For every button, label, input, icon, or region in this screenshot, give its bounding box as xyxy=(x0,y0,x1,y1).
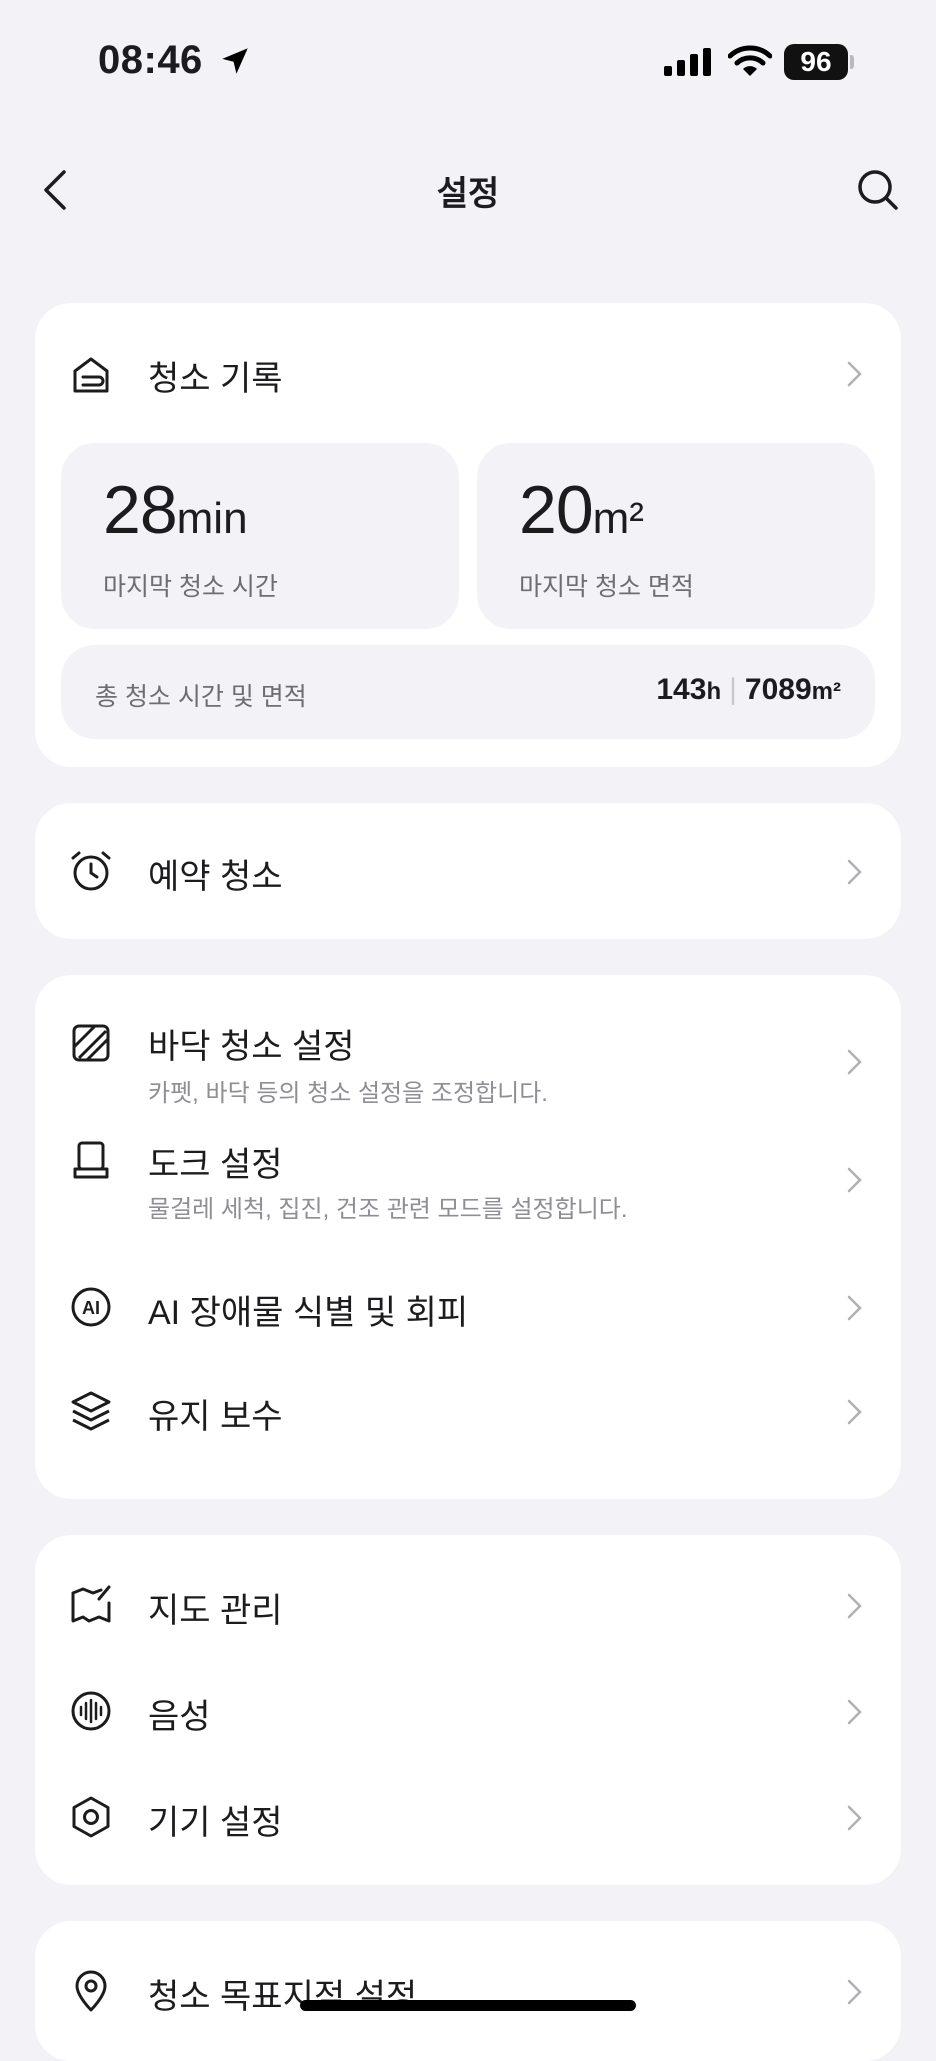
svg-text:AI: AI xyxy=(82,1298,100,1318)
dock-settings-label: 도크 설정 xyxy=(148,1146,283,1184)
chevron-right-icon xyxy=(843,1591,865,1621)
hexagon-gear-icon xyxy=(69,1795,113,1839)
status-bar: 08:46 96 xyxy=(0,0,936,120)
last-clean-time-box: 28min 마지막 청소 시간 xyxy=(61,443,459,629)
map-icon xyxy=(69,1583,113,1627)
status-time: 08:46 xyxy=(98,38,203,82)
total-clean-label: 총 청소 시간 및 면적 xyxy=(95,683,307,711)
cellular-signal-icon xyxy=(662,46,714,78)
voice-label: 음성 xyxy=(148,1698,211,1736)
search-icon xyxy=(858,170,898,210)
device-settings-row[interactable]: 기기 설정 xyxy=(35,1761,901,1867)
cleaning-settings-card: 바닥 청소 설정 카펫, 바닥 등의 청소 설정을 조정합니다. 도크 설정 물… xyxy=(35,975,901,1499)
dock-settings-row[interactable]: 도크 설정 물걸레 세척, 집진, 건조 관련 모드를 설정합니다. xyxy=(35,1125,901,1255)
layers-icon xyxy=(69,1389,113,1433)
cleaning-history-icon xyxy=(69,353,113,397)
map-management-row[interactable]: 지도 관리 xyxy=(35,1535,901,1655)
voice-row[interactable]: 음성 xyxy=(35,1655,901,1761)
voice-waveform-icon xyxy=(69,1689,113,1733)
battery-indicator: 96 xyxy=(784,44,848,80)
location-arrow-icon xyxy=(218,44,252,78)
page-title: 설정 xyxy=(436,175,500,213)
map-pin-icon xyxy=(69,1969,113,2013)
search-button[interactable] xyxy=(856,168,900,212)
chevron-right-icon xyxy=(843,1397,865,1427)
cleaning-history-card: 청소 기록 28min 마지막 청소 시간 20m² 마지막 청소 면적 총 청… xyxy=(35,303,901,767)
ai-obstacle-row[interactable]: AI AI 장애물 식별 및 회피 xyxy=(35,1255,901,1367)
chevron-right-icon xyxy=(843,1293,865,1323)
battery-cap xyxy=(850,55,854,69)
map-management-label: 지도 관리 xyxy=(148,1592,283,1630)
nav-header: 설정 xyxy=(0,150,936,230)
alarm-clock-icon xyxy=(69,849,113,893)
floor-settings-label: 바닥 청소 설정 xyxy=(148,1028,355,1066)
ai-icon: AI xyxy=(69,1285,113,1329)
cleaning-history-row[interactable]: 청소 기록 xyxy=(35,303,901,439)
dock-icon xyxy=(69,1139,113,1183)
last-clean-time-value: 28min xyxy=(103,472,248,548)
total-clean-values: 143h | 7089m² xyxy=(656,673,841,706)
chevron-right-icon xyxy=(843,359,865,389)
floor-settings-row[interactable]: 바닥 청소 설정 카펫, 바닥 등의 청소 설정을 조정합니다. xyxy=(35,975,901,1125)
chevron-right-icon xyxy=(843,1977,865,2007)
floor-settings-desc: 카펫, 바닥 등의 청소 설정을 조정합니다. xyxy=(148,1080,548,1107)
maintenance-label: 유지 보수 xyxy=(148,1398,283,1436)
scheduled-cleaning-row[interactable]: 예약 청소 xyxy=(35,803,901,939)
target-card: 청소 목표지점 설정 xyxy=(35,1921,901,2061)
total-clean-box: 총 청소 시간 및 면적 143h | 7089m² xyxy=(61,645,875,739)
dock-settings-desc: 물걸레 세척, 집진, 건조 관련 모드를 설정합니다. xyxy=(148,1196,628,1223)
chevron-right-icon xyxy=(843,1803,865,1833)
last-clean-area-box: 20m² 마지막 청소 면적 xyxy=(477,443,875,629)
device-card: 지도 관리 음성 기기 설정 xyxy=(35,1535,901,1885)
cleaning-target-row[interactable]: 청소 목표지점 설정 xyxy=(35,1921,901,2061)
home-indicator[interactable] xyxy=(300,2000,636,2011)
chevron-right-icon xyxy=(843,857,865,887)
last-clean-area-label: 마지막 청소 면적 xyxy=(519,573,694,601)
last-clean-area-value: 20m² xyxy=(519,472,644,548)
chevron-right-icon xyxy=(843,1165,865,1195)
ai-obstacle-label: AI 장애물 식별 및 회피 xyxy=(148,1294,469,1332)
wifi-icon xyxy=(728,44,772,78)
chevron-right-icon xyxy=(843,1047,865,1077)
floor-tile-icon xyxy=(69,1021,113,1065)
cleaning-history-label: 청소 기록 xyxy=(148,360,283,398)
schedule-card: 예약 청소 xyxy=(35,803,901,939)
last-clean-time-label: 마지막 청소 시간 xyxy=(103,573,278,601)
device-settings-label: 기기 설정 xyxy=(148,1804,283,1842)
chevron-right-icon xyxy=(843,1697,865,1727)
maintenance-row[interactable]: 유지 보수 xyxy=(35,1367,901,1479)
scheduled-cleaning-label: 예약 청소 xyxy=(148,858,283,896)
